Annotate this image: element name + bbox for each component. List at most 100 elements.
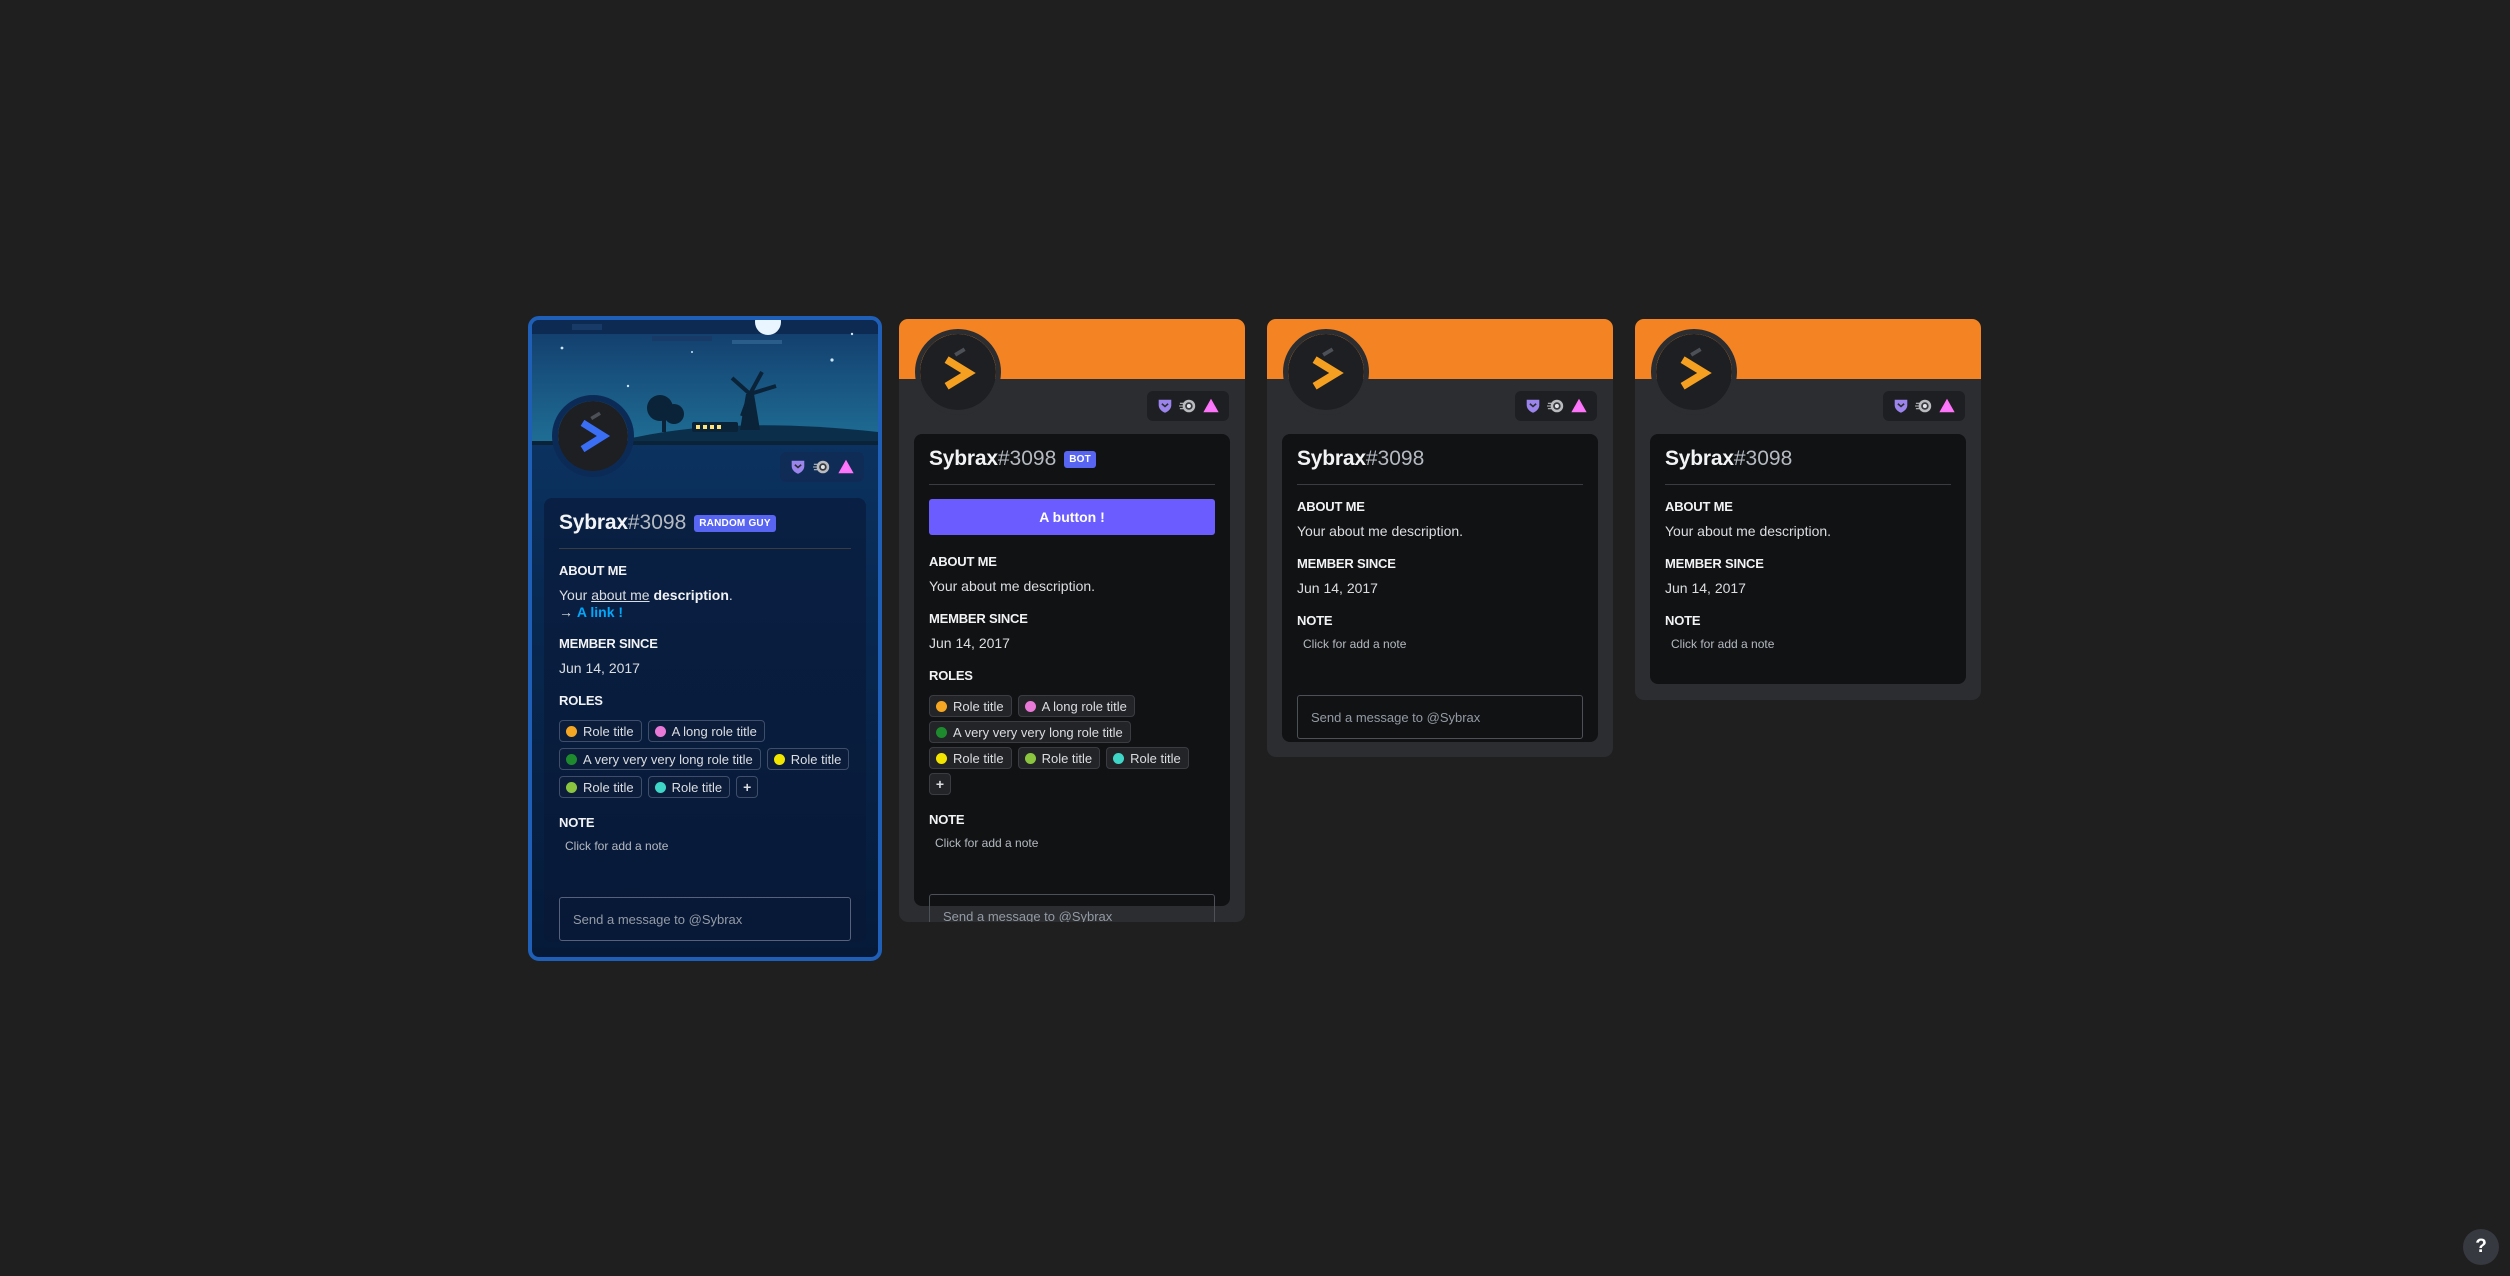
member-since-heading: MEMBER SINCE	[1665, 556, 1764, 571]
profile-card-bot: Sybrax #3098 BOT A button ! ABOUT ME You…	[899, 319, 1245, 922]
triangle-badge-icon[interactable]	[837, 458, 855, 476]
role-pill[interactable]: A long role title	[1017, 695, 1135, 717]
badge-list	[1515, 391, 1597, 421]
role-pill[interactable]: Role title	[559, 720, 642, 742]
bot-tag: BOT	[1064, 450, 1096, 468]
role-color-dot	[936, 726, 947, 738]
roles-heading: ROLES	[559, 693, 603, 708]
role-pill[interactable]: Role title	[647, 776, 731, 798]
nitro-orb-icon[interactable]	[1915, 397, 1933, 415]
message-input[interactable]: Send a message to @Sybrax	[929, 894, 1215, 922]
role-color-dot	[566, 781, 577, 793]
nitro-orb-icon[interactable]	[813, 458, 831, 476]
hypesquad-shield-icon[interactable]	[1892, 397, 1910, 415]
note-input[interactable]: Click for add a note	[929, 836, 1215, 850]
help-button[interactable]: ?	[2463, 1229, 2499, 1265]
role-list: Role title A long role title A very very…	[929, 695, 1215, 795]
username-row: Sybrax #3098 BOT	[929, 434, 1215, 485]
badge-list	[780, 452, 864, 482]
note-heading: NOTE	[559, 815, 595, 830]
arrow-icon: →	[559, 604, 573, 620]
message-input[interactable]: Send a message to @Sybrax	[1297, 695, 1583, 739]
discriminator: #3098	[1365, 447, 1425, 470]
hypesquad-shield-icon[interactable]	[789, 458, 807, 476]
role-color-dot	[1024, 700, 1036, 712]
role-color-dot	[936, 700, 947, 712]
about-heading: ABOUT ME	[1665, 499, 1733, 514]
role-pill[interactable]: A long role title	[647, 720, 765, 742]
chevron-logo-icon	[1288, 334, 1364, 410]
role-color-dot	[654, 725, 666, 737]
avatar[interactable]	[552, 395, 634, 477]
role-pill[interactable]: Role title	[929, 695, 1012, 717]
member-since-date: Jun 14, 2017	[1297, 580, 1378, 596]
add-role-button[interactable]: +	[929, 773, 951, 795]
role-pill[interactable]: Role title	[766, 748, 850, 770]
role-color-dot	[566, 725, 577, 737]
role-pill[interactable]: A very very very long role title	[929, 721, 1131, 743]
triangle-badge-icon[interactable]	[1570, 397, 1588, 415]
discriminator: #3098	[1733, 447, 1793, 470]
profile-card-themed: Sybrax #3098 RANDOM GUY ABOUT ME Your ab…	[528, 316, 882, 961]
about-heading: ABOUT ME	[559, 563, 627, 578]
role-color-dot	[1113, 752, 1125, 764]
role-pill[interactable]: Role title	[1017, 747, 1101, 769]
custom-button[interactable]: A button !	[929, 499, 1215, 535]
note-input[interactable]: Click for add a note	[1297, 637, 1583, 651]
about-text: Your about me description.	[1665, 523, 1832, 539]
chevron-logo-icon	[558, 401, 628, 471]
member-since-date: Jun 14, 2017	[1665, 580, 1746, 596]
about-heading: ABOUT ME	[1297, 499, 1365, 514]
about-me-link[interactable]: about me	[591, 587, 649, 603]
badge-list	[1147, 391, 1229, 421]
username-row: Sybrax #3098 RANDOM GUY	[559, 498, 851, 549]
role-color-dot	[773, 753, 785, 765]
about-link[interactable]: A link !	[577, 604, 623, 620]
user-tag: RANDOM GUY	[694, 514, 776, 532]
role-color-dot	[1024, 752, 1036, 764]
username: Sybrax	[1297, 447, 1366, 470]
profile-body: Sybrax #3098 BOT A button ! ABOUT ME You…	[914, 434, 1230, 922]
role-pill[interactable]: Role title	[929, 747, 1012, 769]
nitro-orb-icon[interactable]	[1179, 397, 1197, 415]
member-since-heading: MEMBER SINCE	[929, 611, 1028, 626]
note-heading: NOTE	[1297, 613, 1333, 628]
avatar[interactable]	[915, 329, 1001, 415]
about-text: Your about me description.	[929, 578, 1096, 594]
member-since-date: Jun 14, 2017	[559, 660, 640, 676]
profile-body: Sybrax #3098 RANDOM GUY ABOUT ME Your ab…	[544, 498, 866, 942]
avatar[interactable]	[1283, 329, 1369, 415]
add-role-button[interactable]: +	[736, 776, 759, 798]
role-color-dot	[936, 752, 947, 764]
note-heading: NOTE	[929, 812, 965, 827]
role-pill[interactable]: Role title	[559, 776, 642, 798]
avatar[interactable]	[1651, 329, 1737, 415]
hypesquad-shield-icon[interactable]	[1524, 397, 1542, 415]
profile-body: Sybrax #3098 ABOUT ME Your about me desc…	[1650, 434, 1966, 684]
discriminator: #3098	[997, 447, 1057, 470]
role-pill[interactable]: A very very very long role title	[559, 748, 761, 770]
member-since-date: Jun 14, 2017	[929, 635, 1010, 651]
role-list: Role title A long role title A very very…	[559, 720, 851, 798]
badge-list	[1883, 391, 1965, 421]
message-input[interactable]: Send a message to @Sybrax	[559, 897, 851, 941]
username: Sybrax	[929, 447, 998, 470]
chevron-logo-icon	[920, 334, 996, 410]
username: Sybrax	[1665, 447, 1734, 470]
roles-heading: ROLES	[929, 668, 973, 683]
about-text: Your about me description.	[1297, 523, 1464, 539]
role-color-dot	[654, 781, 666, 793]
username: Sybrax	[559, 511, 628, 534]
role-pill[interactable]: Role title	[1106, 747, 1189, 769]
about-heading: ABOUT ME	[929, 554, 997, 569]
triangle-badge-icon[interactable]	[1202, 397, 1220, 415]
nitro-orb-icon[interactable]	[1547, 397, 1565, 415]
member-since-heading: MEMBER SINCE	[559, 636, 658, 651]
profile-body: Sybrax #3098 ABOUT ME Your about me desc…	[1282, 434, 1598, 742]
question-icon: ?	[2475, 1236, 2487, 1257]
hypesquad-shield-icon[interactable]	[1156, 397, 1174, 415]
member-since-heading: MEMBER SINCE	[1297, 556, 1396, 571]
triangle-badge-icon[interactable]	[1938, 397, 1956, 415]
note-input[interactable]: Click for add a note	[559, 839, 851, 853]
note-input[interactable]: Click for add a note	[1665, 637, 1951, 651]
